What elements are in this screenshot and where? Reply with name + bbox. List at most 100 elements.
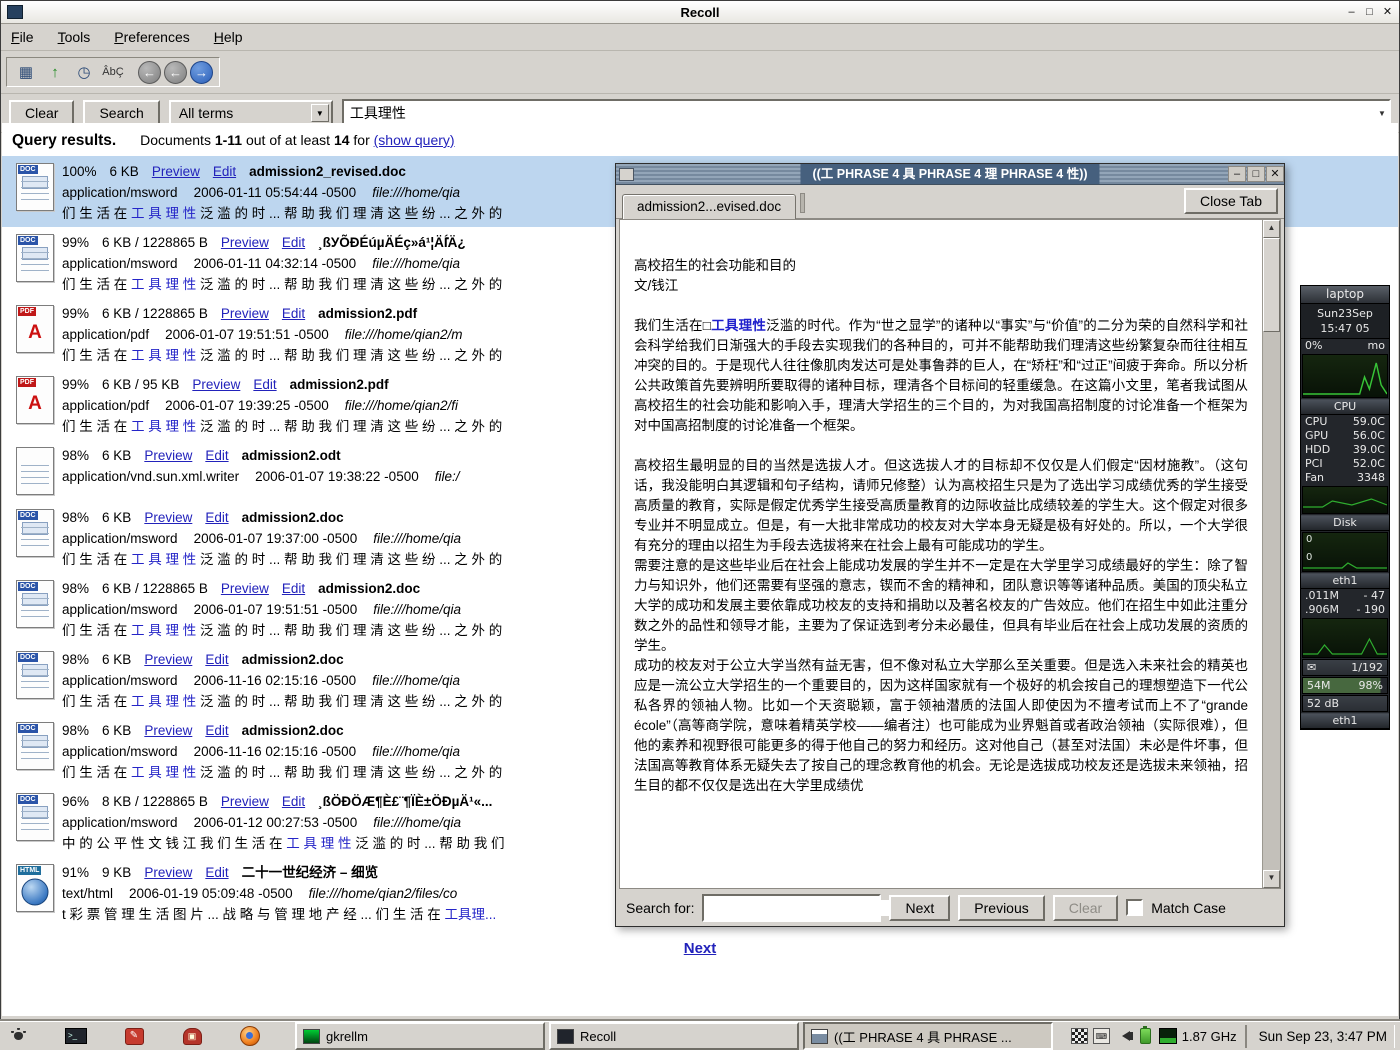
back-icon[interactable]: ← [138,61,161,84]
result-edit-link[interactable]: Edit [282,306,305,321]
preview-window: ((工 PHRASE 4 具 PHRASE 4 理 PHRASE 4 性)) –… [615,163,1285,927]
menu-file[interactable]: File [11,29,34,45]
next-page-link[interactable]: Next [684,940,717,957]
scrollbar-thumb[interactable] [1263,238,1280,332]
show-query-link[interactable]: (show query) [374,132,455,148]
temp-key: PCI [1305,457,1323,471]
result-preview-link[interactable]: Preview [144,510,192,525]
preview-clear-button[interactable]: Clear [1053,895,1118,921]
system-tray: ⌨ 1.87 GHz [1071,1028,1241,1044]
recoll-titlebar[interactable]: Recoll – □ ✕ [1,1,1399,24]
temp-value: 56.0C [1353,429,1385,443]
scrollbar-track[interactable] [1263,238,1280,870]
result-preview-link[interactable]: Preview [221,794,269,809]
close-button[interactable]: ✕ [1379,5,1396,20]
preview-scrollbar[interactable]: ▲ ▼ [1262,220,1280,888]
result-size: 6 KB [102,723,131,738]
preview-app-icon [619,168,634,181]
result-size: 9 KB [102,865,131,880]
xfce-menu-launcher[interactable] [5,1024,31,1048]
query-input[interactable] [344,105,1375,121]
package-launcher[interactable]: ▣ [179,1024,205,1048]
keyboard-layout-icon[interactable] [1071,1028,1088,1044]
result-edit-link[interactable]: Edit [205,448,228,463]
scroll-down-icon[interactable]: ▼ [1263,870,1280,888]
result-date: 2006-01-12 00:27:53 -0500 [194,815,358,830]
preview-search-input[interactable] [704,900,897,916]
preview-maximize-button[interactable]: □ [1247,166,1265,182]
terminal-launcher[interactable]: >_ [63,1024,89,1048]
result-preview-link[interactable]: Preview [144,865,192,880]
result-edit-link[interactable]: Edit [205,652,228,667]
menubar: File Tools Preferences Help [1,24,1399,51]
taskbar-clock[interactable]: Sun Sep 23, 3:47 PM [1245,1025,1395,1048]
minimize-button[interactable]: – [1343,5,1360,20]
sort-icon[interactable]: ↑ [42,60,68,84]
result-edit-link[interactable]: Edit [282,581,305,596]
back-alt-icon[interactable]: ← [164,61,187,84]
result-preview-link[interactable]: Preview [221,306,269,321]
query-history-chevron-icon[interactable]: ▼ [1375,109,1389,118]
highlighted-term: 工 具 理 性 [131,348,196,363]
result-preview-link[interactable]: Preview [192,377,240,392]
doc-heading: 高校招生的社会功能和目的 [634,256,1248,276]
scroll-up-icon[interactable]: ▲ [1263,220,1280,238]
cpu-frequency: 1.87 GHz [1182,1029,1237,1044]
taskbar-button-recoll[interactable]: Recoll [549,1022,799,1050]
result-edit-link[interactable]: Edit [282,235,305,250]
result-edit-link[interactable]: Edit [205,865,228,880]
history-icon[interactable]: ◷ [71,60,97,84]
volume-icon[interactable] [1115,1028,1132,1044]
result-preview-link[interactable]: Preview [144,723,192,738]
result-edit-link[interactable]: Edit [205,723,228,738]
result-edit-link[interactable]: Edit [213,164,236,179]
editor-launcher[interactable]: ✎ [121,1024,147,1048]
preview-tab[interactable]: admission2...evised.doc [622,194,796,219]
recoll-app-icon [7,5,23,19]
result-edit-link[interactable]: Edit [282,794,305,809]
gkrellm-time: 15:47 05 [1301,321,1389,336]
result-date: 2006-01-07 19:37:00 -0500 [194,531,358,546]
results-header: Query results. Documents 1-11 out of at … [2,123,1398,156]
result-preview-link[interactable]: Preview [144,652,192,667]
close-tab-button[interactable]: Close Tab [1184,188,1278,214]
taskbar-button-preview[interactable]: ((工 PHRASE 4 具 PHRASE ... [803,1022,1053,1050]
battery-icon[interactable] [1137,1028,1154,1044]
result-title: admission2_revised.doc [249,164,406,179]
mail-count: 1/192 [1351,660,1383,675]
result-edit-link[interactable]: Edit [205,510,228,525]
cpu-freq-icon[interactable] [1159,1028,1177,1044]
match-case-checkbox[interactable] [1126,899,1143,916]
term-explorer-icon[interactable]: ÂbÇ [100,60,126,84]
firefox-launcher[interactable] [237,1024,263,1048]
result-edit-link[interactable]: Edit [253,377,276,392]
temp-key: GPU [1305,429,1328,443]
keyboard-indicator-icon[interactable]: ⌨ [1093,1028,1110,1044]
forward-icon[interactable]: → [190,61,213,84]
menu-preferences[interactable]: Preferences [114,29,190,45]
highlighted-term: 工 具 理 性 [131,623,196,638]
result-url: file:///home/qia [373,602,461,617]
menu-tools[interactable]: Tools [58,29,91,45]
menu-help[interactable]: Help [214,29,243,45]
result-preview-link[interactable]: Preview [144,448,192,463]
result-preview-link[interactable]: Preview [221,581,269,596]
result-preview-link[interactable]: Preview [152,164,200,179]
net-tx-extra: - 190 [1357,603,1385,617]
result-size: 6 KB [102,448,131,463]
results-doc-label: Documents [140,132,211,148]
highlighted-term: 工 具 理 性 [131,419,196,434]
preview-next-button[interactable]: Next [889,895,950,921]
maximize-button[interactable]: □ [1361,5,1378,20]
taskbar-button-gkrellm[interactable]: gkrellm [295,1022,545,1050]
preview-minimize-button[interactable]: – [1228,166,1246,182]
search-for-label: Search for: [626,900,694,916]
result-mimetype: application/msword [62,602,178,617]
preview-close-button[interactable]: ✕ [1266,166,1284,182]
table-icon[interactable]: ▦ [13,60,39,84]
preview-titlebar[interactable]: ((工 PHRASE 4 具 PHRASE 4 理 PHRASE 4 性)) –… [616,164,1284,185]
preview-previous-button[interactable]: Previous [958,895,1044,921]
gkrellm-panel[interactable]: laptop Sun23Sep 15:47 05 0% mo CPU CPU59… [1300,285,1390,730]
result-relevance: 99% [62,306,89,321]
result-preview-link[interactable]: Preview [221,235,269,250]
